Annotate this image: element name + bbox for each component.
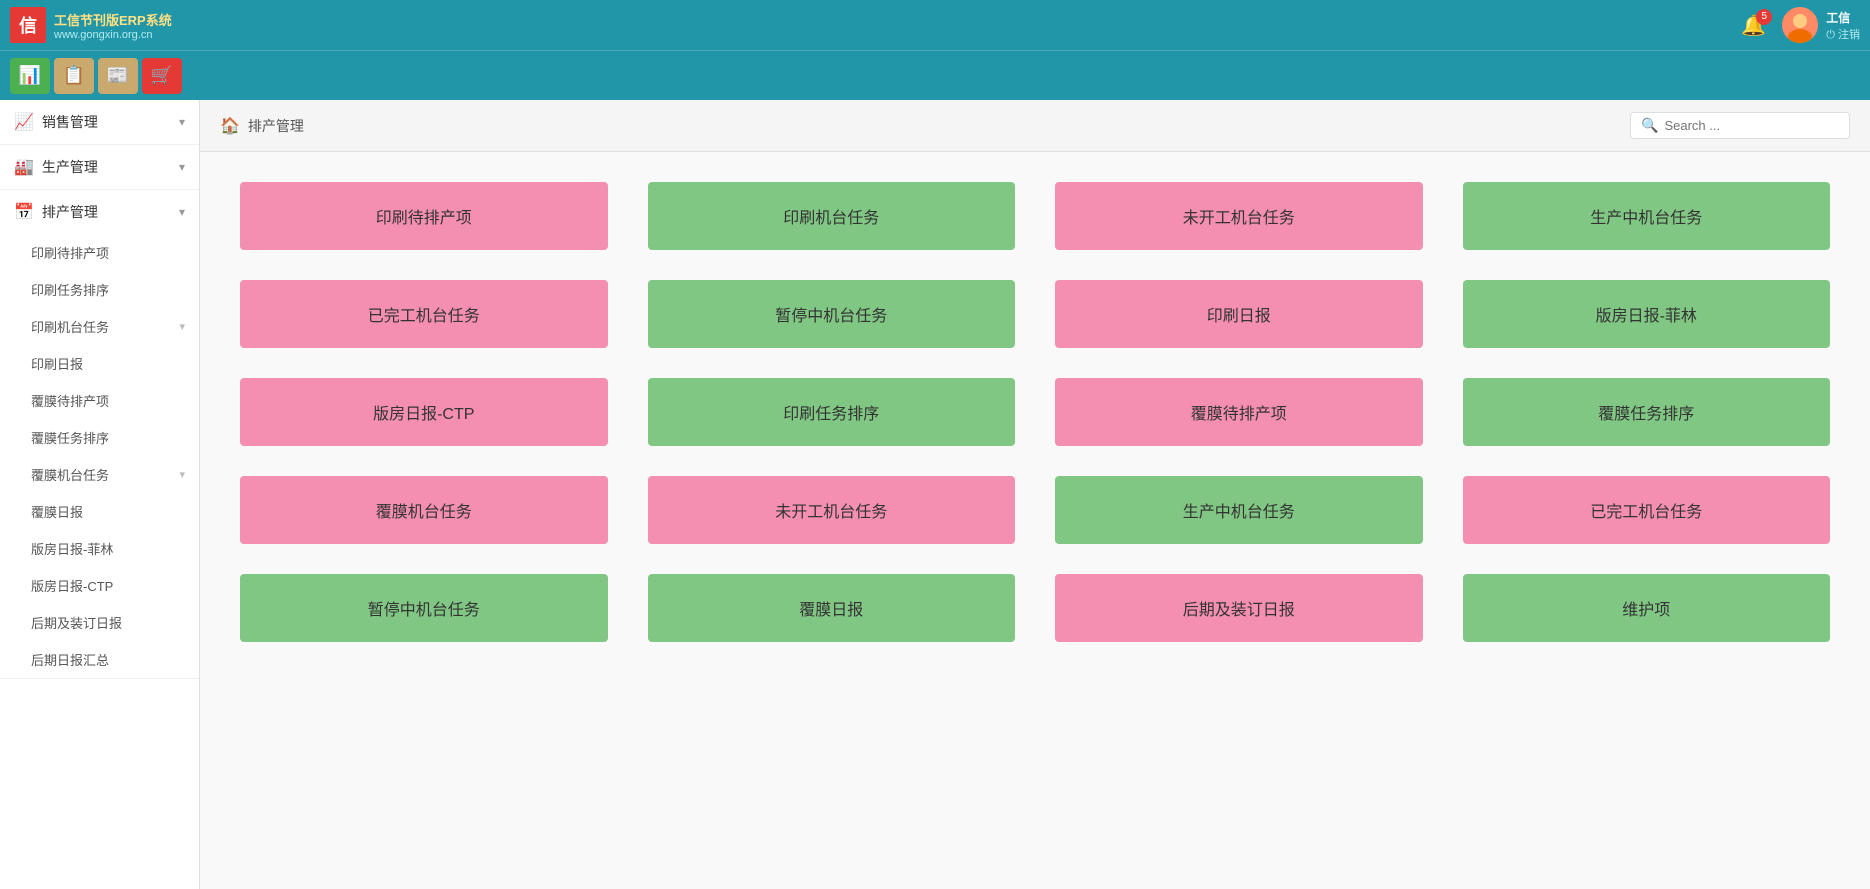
avatar (1782, 7, 1818, 43)
sidebar-item-plate-daily-film[interactable]: 版房日报-菲林 (0, 530, 199, 567)
btn-maintenance[interactable]: 维护项 (1463, 574, 1831, 642)
sidebar-item-print-pending[interactable]: 印刷待排产项 (0, 234, 199, 271)
scheduling-chevron-icon: ▾ (179, 205, 185, 219)
sidebar-group-sales-header[interactable]: 📈 销售管理 ▾ (0, 100, 199, 144)
logout-button[interactable]: ⏻ 注销 (1826, 26, 1860, 42)
app-subtitle: www.gongxin.org.cn (54, 29, 172, 41)
btn-film-pending[interactable]: 覆膜待排产项 (1055, 378, 1423, 446)
btn-film-daily[interactable]: 覆膜日报 (648, 574, 1016, 642)
user-area: 工信 ⏻ 注销 (1782, 7, 1860, 43)
home-icon: 🏠 (220, 116, 240, 136)
sidebar-item-print-task-order[interactable]: 印刷任务排序 (0, 271, 199, 308)
btn-paused-machine-task2[interactable]: 暂停中机台任务 (240, 574, 608, 642)
page-header: 🏠 排产管理 🔍 (200, 100, 1870, 152)
grid-area: 印刷待排产项 印刷机台任务 未开工机台任务 生产中机台任务 已完工机台任务 暂停… (200, 152, 1870, 672)
toolbar-btn-dashboard[interactable]: 📊 (10, 58, 50, 94)
toolbar-btn-shop[interactable]: 🛒 (142, 58, 182, 94)
sidebar-group-scheduling-header[interactable]: 📅 排产管理 ▾ (0, 190, 199, 234)
film-machine-task-chevron-icon: ▾ (179, 468, 185, 481)
page-title: 排产管理 (248, 116, 304, 136)
search-input[interactable] (1664, 118, 1839, 133)
sidebar-item-film-machine-task[interactable]: 覆膜机台任务 ▾ (0, 456, 199, 493)
sidebar-item-print-daily[interactable]: 印刷日报 (0, 345, 199, 382)
btn-print-pending[interactable]: 印刷待排产项 (240, 182, 608, 250)
scheduling-icon: 📅 (14, 202, 34, 222)
btn-in-production-machine-task[interactable]: 生产中机台任务 (1463, 182, 1831, 250)
btn-completed-machine-task2[interactable]: 已完工机台任务 (1463, 476, 1831, 544)
btn-post-binding-daily[interactable]: 后期及装订日报 (1055, 574, 1423, 642)
btn-not-started-machine-task2[interactable]: 未开工机台任务 (648, 476, 1016, 544)
notification-button[interactable]: 🔔 5 (1741, 13, 1766, 38)
username: 工信 (1826, 9, 1860, 26)
sidebar-item-film-daily[interactable]: 覆膜日报 (0, 493, 199, 530)
btn-plate-daily-ctp[interactable]: 版房日报-CTP (240, 378, 608, 446)
btn-film-task-order[interactable]: 覆膜任务排序 (1463, 378, 1831, 446)
production-chevron-icon: ▾ (179, 160, 185, 174)
btn-plate-daily-film[interactable]: 版房日报-菲林 (1463, 280, 1831, 348)
btn-completed-machine-task[interactable]: 已完工机台任务 (240, 280, 608, 348)
sales-chevron-icon: ▾ (179, 115, 185, 129)
btn-film-machine-task[interactable]: 覆膜机台任务 (240, 476, 608, 544)
logo-area: 信 工信节刊版ERP系统 www.gongxin.org.cn (10, 7, 172, 43)
header-right: 🔔 5 工信 ⏻ 注销 (1741, 7, 1860, 43)
sidebar-group-production-header[interactable]: 🏭 生产管理 ▾ (0, 145, 199, 189)
toolbar: 📊 📋 📰 🛒 (0, 50, 1870, 100)
btn-not-started-machine-task[interactable]: 未开工机台任务 (1055, 182, 1423, 250)
main-content: 🏠 排产管理 🔍 印刷待排产项 印刷机台任务 未开工机台任务 生产中机台任务 已… (200, 100, 1870, 889)
sidebar-group-scheduling-label: 排产管理 (42, 202, 98, 222)
sidebar-item-print-machine-task[interactable]: 印刷机台任务 ▾ (0, 308, 199, 345)
sidebar-item-film-task-order[interactable]: 覆膜任务排序 (0, 419, 199, 456)
sidebar-group-scheduling: 📅 排产管理 ▾ 印刷待排产项 印刷任务排序 印刷机台任务 ▾ 印刷日报 覆膜待… (0, 190, 199, 679)
search-box[interactable]: 🔍 (1630, 112, 1850, 139)
toolbar-btn-list[interactable]: 📋 (54, 58, 94, 94)
sidebar-group-production: 🏭 生产管理 ▾ (0, 145, 199, 190)
breadcrumb: 🏠 排产管理 (220, 116, 304, 136)
print-machine-task-chevron-icon: ▾ (179, 320, 185, 333)
btn-in-production-machine-task2[interactable]: 生产中机台任务 (1055, 476, 1423, 544)
sidebar-item-post-binding-daily[interactable]: 后期及装订日报 (0, 604, 199, 641)
sidebar-group-sales-label: 销售管理 (42, 112, 98, 132)
sidebar-item-plate-daily-ctp[interactable]: 版房日报-CTP (0, 567, 199, 604)
btn-print-task-order[interactable]: 印刷任务排序 (648, 378, 1016, 446)
btn-print-machine-task[interactable]: 印刷机台任务 (648, 182, 1016, 250)
sidebar-group-sales: 📈 销售管理 ▾ (0, 100, 199, 145)
top-header: 信 工信节刊版ERP系统 www.gongxin.org.cn 🔔 5 工信 ⏻… (0, 0, 1870, 50)
user-info: 工信 ⏻ 注销 (1826, 9, 1860, 42)
btn-print-daily[interactable]: 印刷日报 (1055, 280, 1423, 348)
btn-paused-machine-task[interactable]: 暂停中机台任务 (648, 280, 1016, 348)
notification-badge: 5 (1756, 9, 1772, 25)
layout: 📈 销售管理 ▾ 🏭 生产管理 ▾ 📅 排产管理 ▾ 印刷待排产项 (0, 100, 1870, 889)
logo-text: 工信节刊版ERP系统 www.gongxin.org.cn (54, 10, 172, 41)
toolbar-btn-news[interactable]: 📰 (98, 58, 138, 94)
sidebar-group-production-label: 生产管理 (42, 157, 98, 177)
production-icon: 🏭 (14, 157, 34, 177)
search-icon: 🔍 (1641, 117, 1658, 134)
logo-icon: 信 (10, 7, 46, 43)
sidebar-item-daily-summary[interactable]: 后期日报汇总 (0, 641, 199, 678)
sidebar-item-film-pending[interactable]: 覆膜待排产项 (0, 382, 199, 419)
sales-icon: 📈 (14, 112, 34, 132)
app-title: 工信节刊版ERP系统 (54, 10, 172, 29)
sidebar: 📈 销售管理 ▾ 🏭 生产管理 ▾ 📅 排产管理 ▾ 印刷待排产项 (0, 100, 200, 889)
